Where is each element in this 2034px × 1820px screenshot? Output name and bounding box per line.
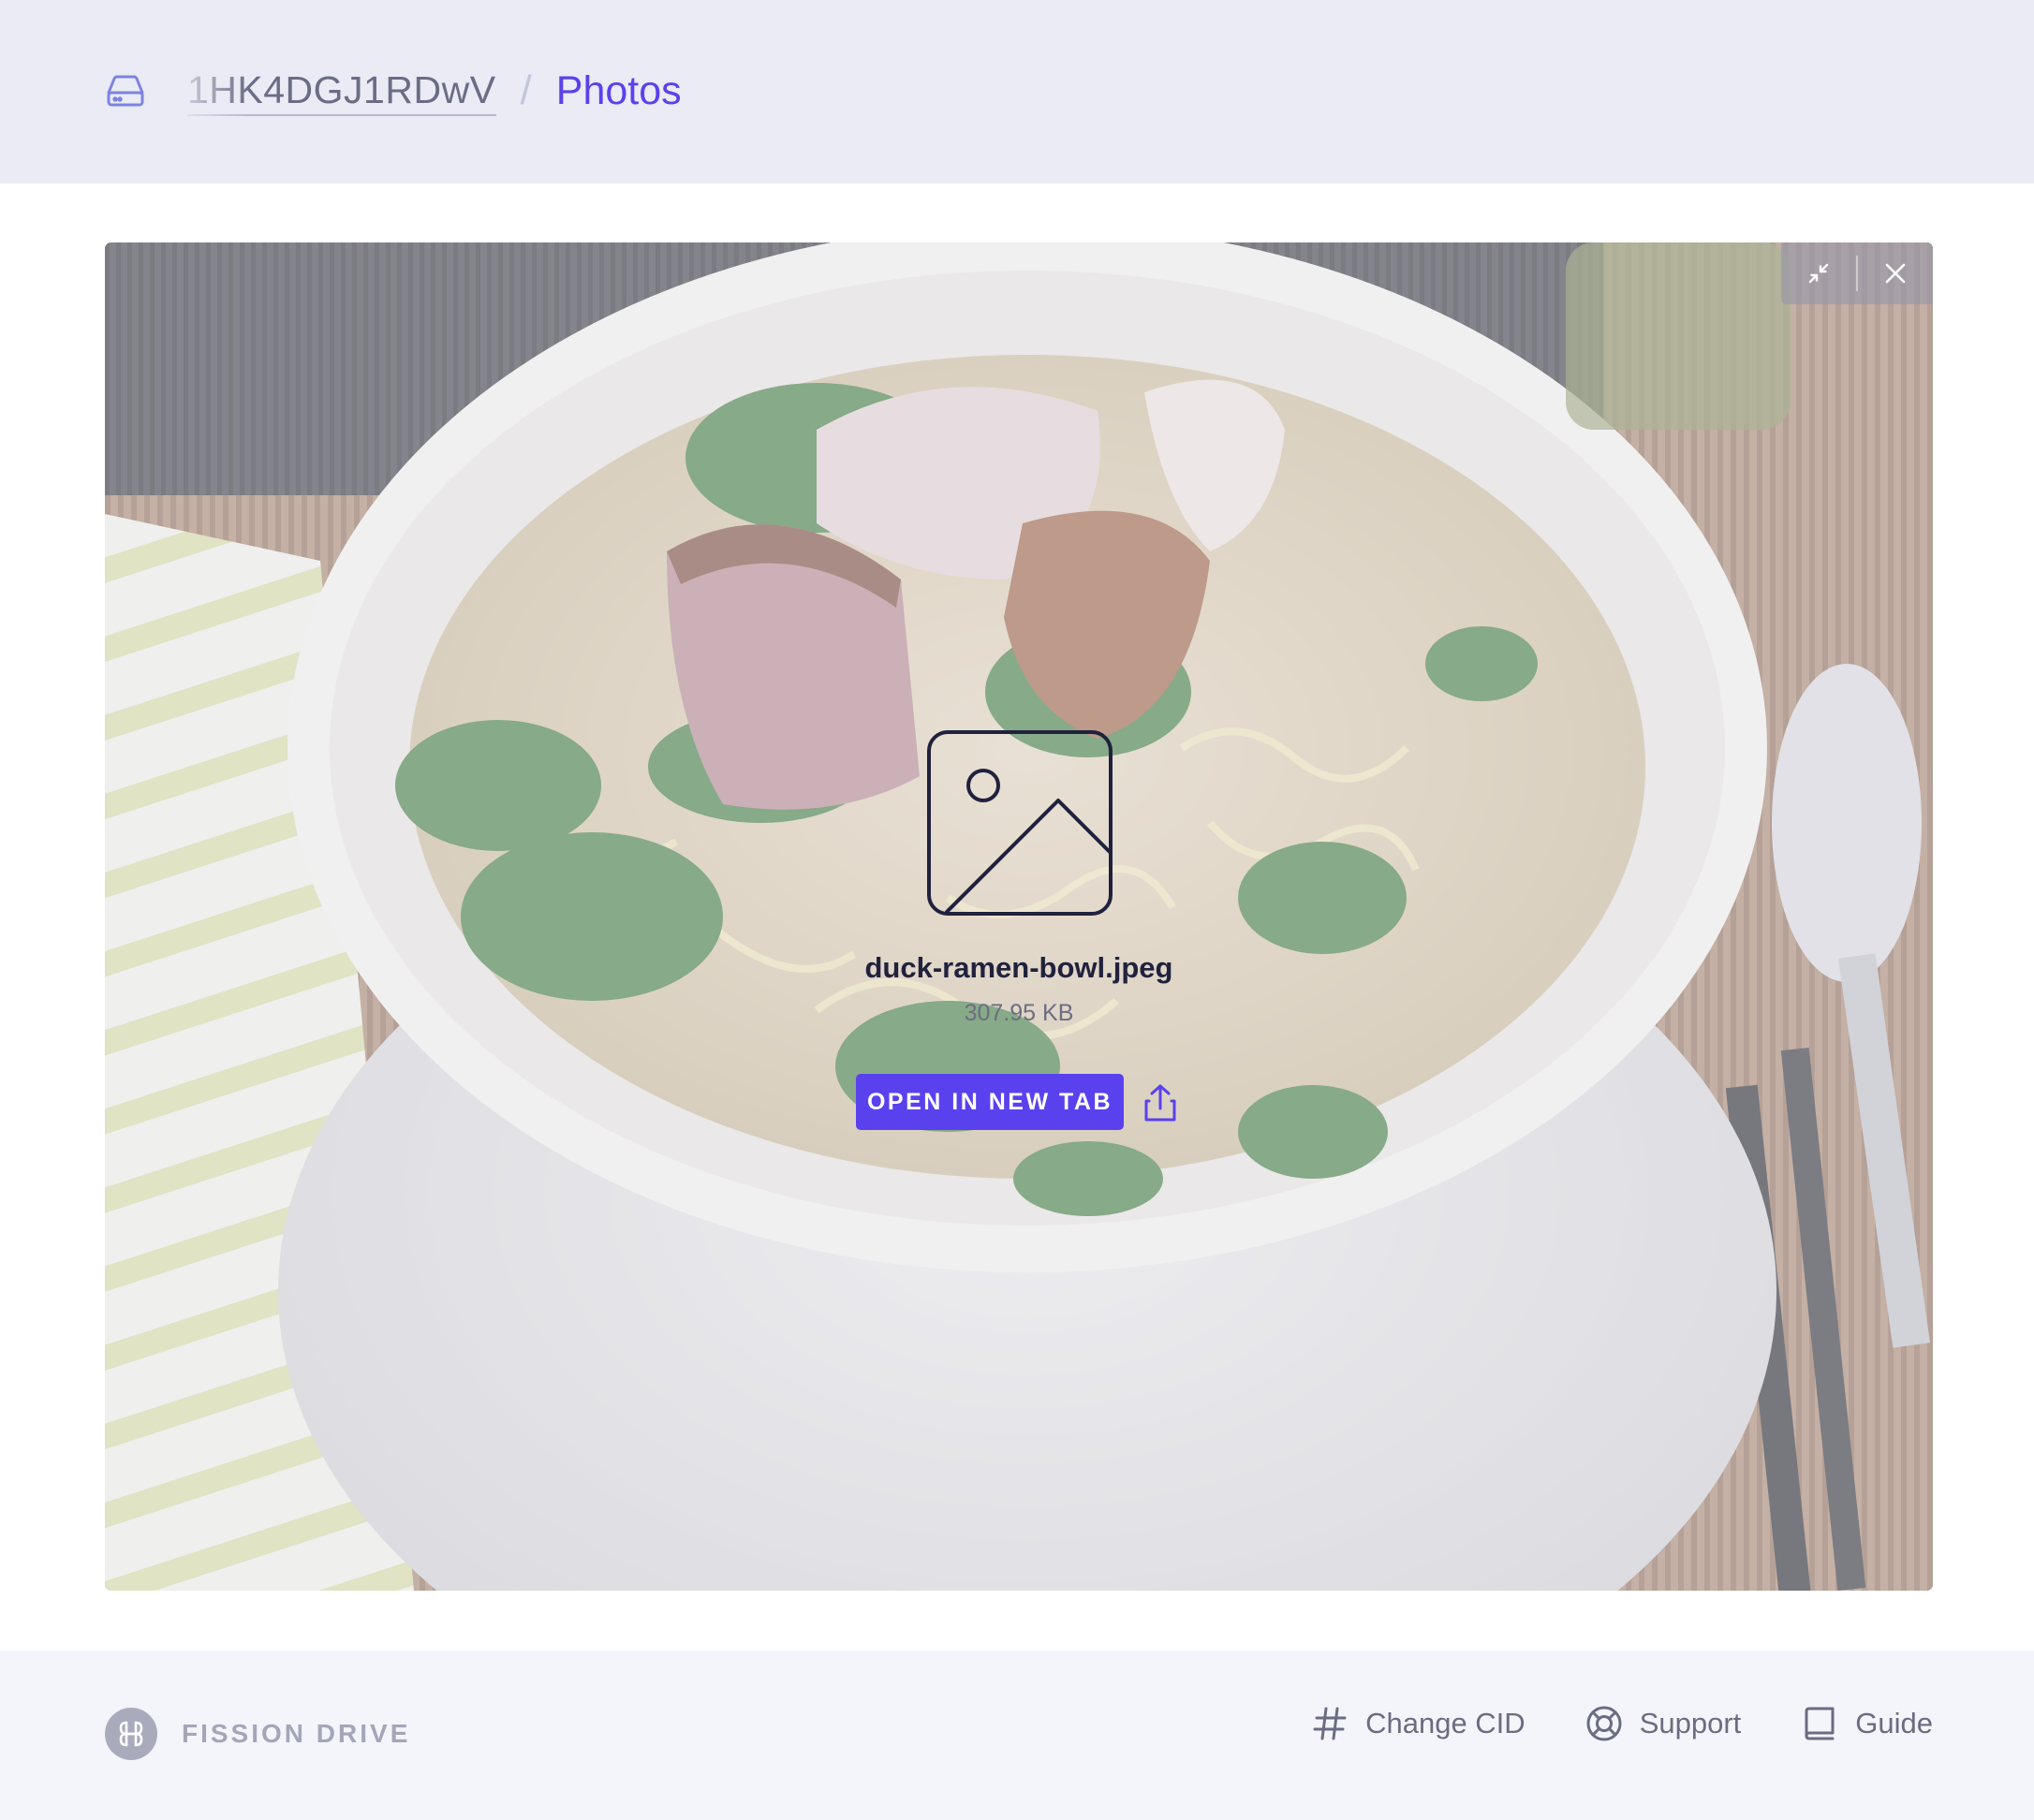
breadcrumb: 1HK4DGJ1RDwV / Photos [105,58,682,124]
top-bar: 1HK4DGJ1RDwV / Photos [0,0,2034,183]
change-cid-link[interactable]: Change CID [1311,1705,1526,1742]
file-preview: duck-ramen-bowl.jpeg 307.95 KB OPEN IN N… [105,242,1933,1591]
breadcrumb-current-folder: Photos [555,67,682,113]
guide-link[interactable]: Guide [1801,1705,1933,1742]
brand-name: FISSION DRIVE [182,1719,411,1748]
footer-nav: Change CID Support Guide [1251,1705,1933,1742]
guide-label: Guide [1855,1707,1933,1739]
breadcrumb-separator: / [520,67,532,113]
change-cid-label: Change CID [1365,1707,1526,1739]
fission-logo-icon [105,1708,157,1760]
lifebuoy-icon [1586,1706,1622,1741]
breadcrumb-root[interactable]: 1HK4DGJ1RDwV [187,66,496,116]
book-icon [1805,1707,1835,1740]
brand[interactable]: FISSION DRIVE [105,1708,410,1760]
share-icon[interactable] [1142,1082,1179,1123]
image-icon [927,730,1113,916]
support-label: Support [1639,1707,1742,1739]
hash-icon [1313,1707,1347,1740]
hard-drive-icon[interactable] [105,70,146,111]
file-name: duck-ramen-bowl.jpeg [864,951,1173,984]
file-info-panel: duck-ramen-bowl.jpeg 307.95 KB OPEN IN N… [105,242,1933,1591]
file-size: 307.95 KB [964,1000,1074,1026]
support-link[interactable]: Support [1585,1705,1742,1742]
open-in-new-tab-button[interactable]: OPEN IN NEW TAB [856,1074,1124,1130]
footer: FISSION DRIVE Change CID Support Guide [0,1651,2034,1820]
